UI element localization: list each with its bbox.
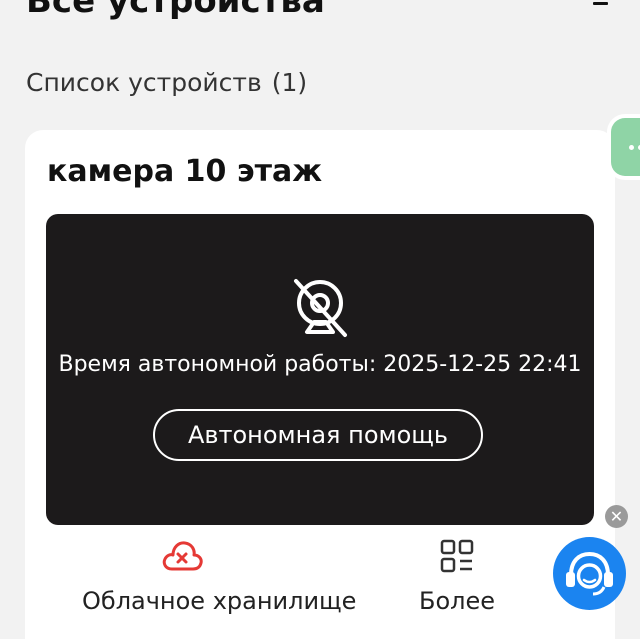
minus-icon[interactable] (593, 2, 608, 5)
offline-help-button[interactable]: Автономная помощь (153, 409, 483, 461)
support-button[interactable] (553, 537, 626, 610)
page-title: Все устройства (26, 0, 325, 21)
camera-offline-icon (294, 279, 347, 337)
cloud-error-icon (162, 541, 203, 571)
cloud-storage-button[interactable]: Облачное хранилище (82, 538, 357, 616)
device-name: камера 10 этаж (47, 154, 323, 189)
more-label: Более (418, 587, 496, 615)
offline-time-text: Время автономной работы: 2025-12-25 22:4… (58, 352, 582, 377)
dot-icon (629, 145, 634, 150)
device-list-label: Список устройств (26, 68, 262, 97)
cloud-storage-label: Облачное хранилище (82, 587, 357, 615)
headset-support-icon (566, 551, 613, 596)
device-count: (1) (271, 68, 308, 97)
camera-preview[interactable]: Время автономной работы: 2025-12-25 22:4… (46, 214, 594, 525)
device-list-header: Список устройств (1) (26, 68, 307, 97)
side-widget[interactable] (611, 118, 640, 176)
page: Все устройства Список устройств (1) камер… (0, 0, 640, 639)
more-button[interactable]: Более (357, 538, 557, 616)
grid-more-icon (440, 539, 474, 573)
close-icon[interactable]: ✕ (605, 505, 628, 528)
device-card[interactable]: камера 10 этаж Время автономной работы: … (25, 130, 615, 639)
